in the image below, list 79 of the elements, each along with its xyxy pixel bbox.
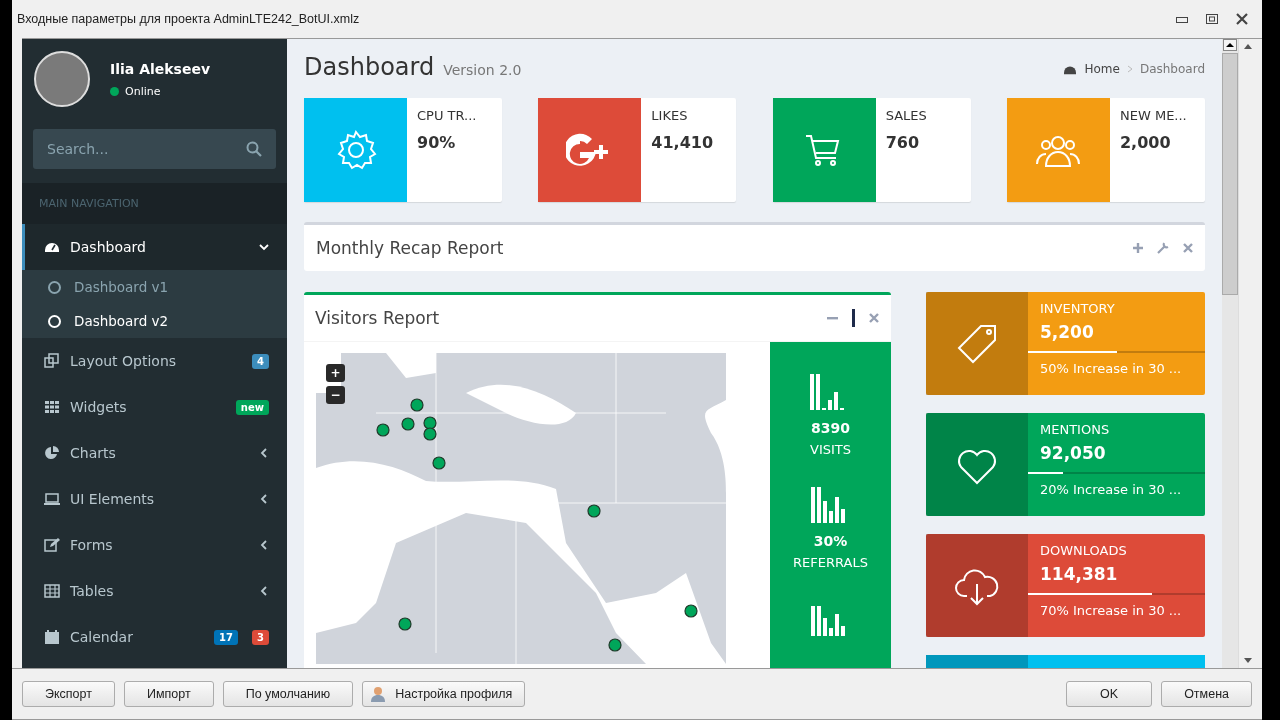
- nav-item[interactable]: UI Elements: [22, 476, 287, 522]
- nav-item[interactable]: Dashboard: [22, 224, 287, 270]
- edit-icon: [44, 537, 60, 553]
- scrollbar[interactable]: [1222, 39, 1238, 668]
- info-box-value: 760: [885, 133, 921, 152]
- nav-subitem[interactable]: Dashboard v1: [22, 270, 287, 304]
- user-status: Online: [125, 84, 161, 98]
- progress-box-description: 50% Increase in 30 ...: [1039, 361, 1183, 376]
- copy-icon: [44, 353, 60, 369]
- nav-item[interactable]: Layout Options 4: [22, 338, 287, 384]
- count-badge: 4: [252, 353, 269, 369]
- info-box-label: NEW ME...: [1120, 108, 1187, 123]
- footer-button[interactable]: По умолчанию: [222, 681, 354, 707]
- status-dot-icon: [110, 86, 119, 96]
- progress-box-label: INVENTORY: [1039, 301, 1116, 316]
- restore-icon[interactable]: [1206, 14, 1218, 24]
- nav-item[interactable]: Charts: [22, 430, 287, 476]
- progress-box-value: 114,381: [1039, 564, 1119, 584]
- page-title: Dashboard: [304, 53, 435, 81]
- scrollbar-thumb[interactable]: [1222, 53, 1238, 295]
- count-badge: 3: [252, 629, 269, 645]
- plus-icon[interactable]: [1133, 243, 1143, 253]
- circle-icon: [48, 280, 61, 294]
- text-cursor-icon: [852, 309, 855, 327]
- footer-button[interactable]: Импорт: [123, 681, 214, 707]
- info-box-value: 41,410: [651, 133, 714, 152]
- pie-chart-icon: [44, 445, 60, 461]
- nav-item[interactable]: Forms: [22, 522, 287, 568]
- dialog-button[interactable]: OK: [1066, 681, 1153, 707]
- count-badge: new: [235, 399, 269, 415]
- nav-header: MAIN NAVIGATION: [22, 183, 287, 224]
- search-icon[interactable]: [246, 141, 262, 157]
- profile-settings-button[interactable]: Настройка профиля: [362, 681, 526, 707]
- panel-title: Visitors Report: [315, 308, 440, 328]
- nav-item[interactable]: Widgets new: [22, 384, 287, 430]
- window-title: Входные параметры для проекта AdminLTE242_BotUI.xmlz: [17, 12, 360, 26]
- grid-icon: [44, 399, 60, 415]
- nav-item[interactable]: Tables: [22, 568, 287, 614]
- scroll-down-icon[interactable]: [1243, 657, 1253, 664]
- progress-box-label: DOWNLOADS: [1039, 543, 1128, 558]
- stat-value: 8390: [811, 420, 850, 436]
- laptop-icon: [44, 491, 60, 507]
- scroll-up-icon[interactable]: [1223, 39, 1237, 51]
- zoom-out-button[interactable]: −: [326, 386, 345, 404]
- table-icon: [44, 583, 60, 599]
- user-name: Ilia Alekseev: [110, 60, 211, 77]
- progress-box-description: 70% Increase in 30 ...: [1039, 603, 1183, 618]
- minimize-icon[interactable]: [1176, 15, 1188, 23]
- minus-icon[interactable]: [827, 316, 838, 320]
- wrench-icon[interactable]: [1157, 242, 1169, 254]
- progress-box-label: MENTIONS: [1039, 422, 1111, 437]
- calendar-icon: [44, 629, 60, 645]
- nav-subitem[interactable]: Dashboard v2: [22, 304, 287, 338]
- info-box-value: 2,000: [1120, 133, 1172, 152]
- scroll-up-icon[interactable]: [1243, 43, 1253, 50]
- footer-button[interactable]: Экспорт: [22, 681, 115, 707]
- progress-box-value: 5,200: [1039, 322, 1095, 342]
- dialog-button[interactable]: Отмена: [1161, 681, 1252, 707]
- info-box-label: CPU TR...: [417, 108, 477, 123]
- nav-item[interactable]: Calendar 17 3: [22, 614, 287, 660]
- page-subtitle: Version 2.0: [443, 62, 522, 78]
- stat-label: REFERRALS: [793, 555, 868, 570]
- avatar: [34, 51, 90, 107]
- count-badge: 17: [214, 629, 239, 645]
- info-box-value: 90%: [417, 133, 457, 152]
- breadcrumb-link[interactable]: Home: [1084, 62, 1120, 76]
- panel-title: Monthly Recap Report: [316, 238, 504, 258]
- zoom-in-button[interactable]: +: [326, 364, 345, 382]
- info-box-label: LIKES: [651, 108, 689, 123]
- info-box-label: SALES: [885, 108, 927, 123]
- stat-value: 30%: [813, 533, 848, 549]
- progress-box-value: 92,050: [1039, 443, 1107, 463]
- close-icon[interactable]: [1236, 13, 1248, 25]
- user-icon: [369, 685, 388, 703]
- separator-icon: [1126, 65, 1133, 73]
- progress-box-description: 20% Increase in 30 ...: [1039, 482, 1183, 497]
- stat-label: VISITS: [810, 442, 851, 457]
- search-field[interactable]: Search...: [33, 129, 276, 169]
- circle-icon: [48, 314, 61, 328]
